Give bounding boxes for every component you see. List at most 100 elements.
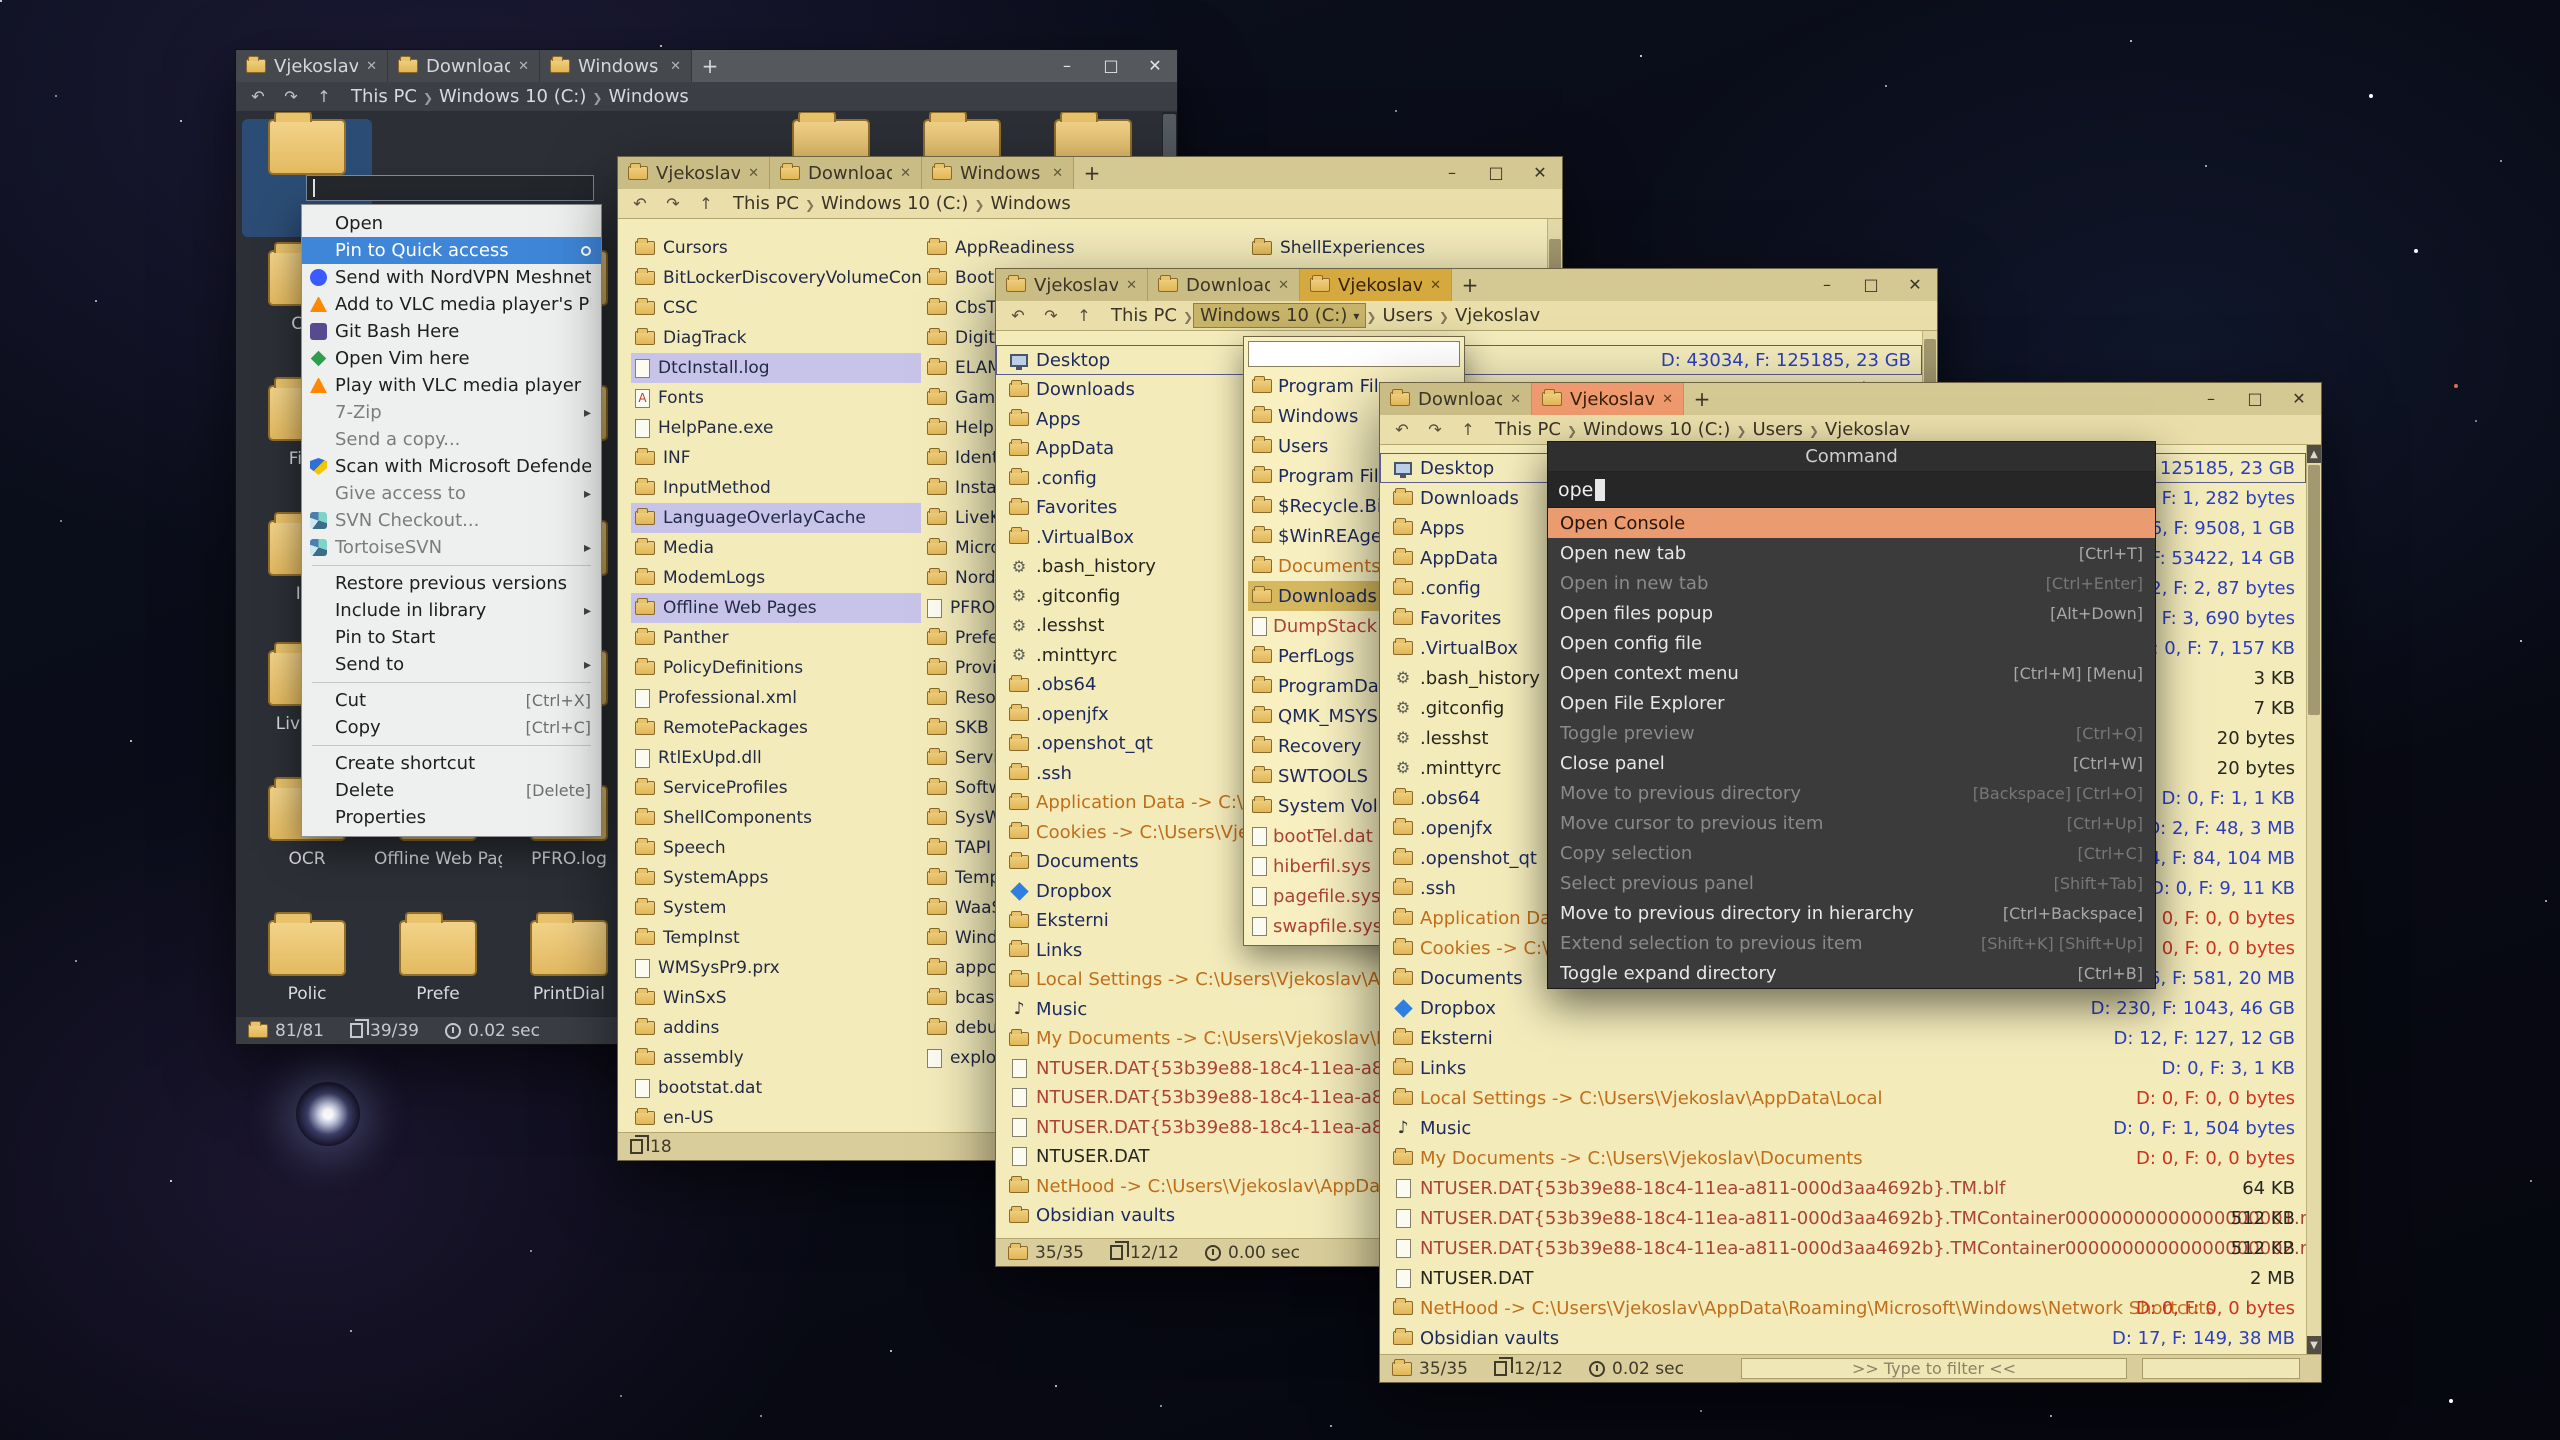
menu-item-pin-to-quick-access[interactable]: Pin to Quick access [302, 237, 601, 264]
file-item-professional-xml[interactable]: Professional.xml [631, 683, 921, 713]
back-button[interactable]: ↶ [1390, 420, 1414, 439]
file-item-shellcomponents[interactable]: ShellComponents [631, 803, 921, 833]
file-row-dropbox[interactable]: DropboxD: 230, F: 1043, 46 GB [1380, 993, 2306, 1023]
tab-close-icon[interactable]: ✕ [1126, 278, 1137, 293]
menu-item-copy[interactable]: Copy[Ctrl+C] [302, 714, 601, 741]
titlebar[interactable]: Vjekoslav✕Downloads✕Windows✕+ –□✕ [618, 157, 1562, 189]
file-item-shellexperiences[interactable]: ShellExperiences [1248, 233, 1538, 263]
file-item-addins[interactable]: addins [631, 1013, 921, 1043]
tab-close-icon[interactable]: ✕ [1662, 392, 1673, 407]
menu-item-add-to-vlc-media-player-s-playlist[interactable]: Add to VLC media player's Playlist [302, 291, 601, 318]
breadcrumb-windows-10-c[interactable]: Windows 10 (C:) [433, 85, 592, 108]
scrollbar-thumb[interactable] [2308, 465, 2320, 715]
grid-item-polic[interactable]: Polic [242, 920, 372, 1016]
titlebar[interactable]: Vjekoslav✕Downloads✕Vjekoslav✕+ –□✕ [996, 269, 1937, 301]
palette-item-open-file-explorer[interactable]: Open File Explorer [1548, 688, 2155, 718]
palette-item-move-to-previous-directory-in-hierarchy[interactable]: Move to previous directory in hierarchy[… [1548, 898, 2155, 928]
file-item-assembly[interactable]: assembly [631, 1043, 921, 1073]
menu-item-send-to[interactable]: Send to▸ [302, 651, 601, 678]
file-item-en-us[interactable]: en-US [631, 1103, 921, 1132]
tab-close-icon[interactable]: ✕ [518, 59, 529, 74]
palette-item-select-previous-panel[interactable]: Select previous panel[Shift+Tab] [1548, 868, 2155, 898]
back-button[interactable]: ↶ [628, 194, 652, 213]
file-item-serviceprofiles[interactable]: ServiceProfiles [631, 773, 921, 803]
file-item-fonts[interactable]: AFonts [631, 383, 921, 413]
file-item-csc[interactable]: CSC [631, 293, 921, 323]
palette-item-open-context-menu[interactable]: Open context menu[Ctrl+M] [Menu] [1548, 658, 2155, 688]
file-item-systemapps[interactable]: SystemApps [631, 863, 921, 893]
file-row-eksterni[interactable]: EksterniD: 12, F: 127, 12 GB [1380, 1023, 2306, 1053]
palette-item-open-console[interactable]: Open Console [1548, 508, 2155, 538]
breadcrumb-vjekoslav[interactable]: Vjekoslav [1819, 418, 1916, 441]
back-button[interactable]: ↶ [246, 87, 270, 106]
menu-item-play-with-vlc-media-player[interactable]: Play with VLC media player [302, 372, 601, 399]
file-row-obsidian-vaults[interactable]: Obsidian vaultsD: 17, F: 149, 38 MB [1380, 1323, 2306, 1353]
palette-item-open-files-popup[interactable]: Open files popup[Alt+Down] [1548, 598, 2155, 628]
tab-vjekoslav[interactable]: Vjekoslav✕ [996, 269, 1148, 301]
breadcrumb-this-pc[interactable]: This PC [1489, 418, 1567, 441]
file-item-policydefinitions[interactable]: PolicyDefinitions [631, 653, 921, 683]
menu-item-cut[interactable]: Cut[Ctrl+X] [302, 687, 601, 714]
menu-item-tortoisesvn[interactable]: TortoiseSVN▸ [302, 534, 601, 561]
menu-item-delete[interactable]: Delete[Delete] [302, 777, 601, 804]
breadcrumb-windows-10-c[interactable]: Windows 10 (C:) [1577, 418, 1736, 441]
minimize-button[interactable]: – [1805, 269, 1849, 301]
menu-item-git-bash-here[interactable]: Git Bash Here [302, 318, 601, 345]
titlebar[interactable]: Downloads✕Vjekoslav✕+ –□✕ [1380, 383, 2321, 415]
file-row-links[interactable]: LinksD: 0, F: 3, 1 KB [1380, 1053, 2306, 1083]
file-item-tempinst[interactable]: TempInst [631, 923, 921, 953]
file-item-dtcinstall-log[interactable]: DtcInstall.log [631, 353, 921, 383]
new-tab-button[interactable]: + [692, 50, 728, 82]
file-item-wmsyspr9-prx[interactable]: WMSysPr9.prx [631, 953, 921, 983]
file-item-winsxs[interactable]: WinSxS [631, 983, 921, 1013]
scrollbar[interactable]: ▲ ▼ [2306, 445, 2321, 1354]
tab-vjekoslav[interactable]: Vjekoslav✕ [1532, 383, 1684, 415]
file-item-appreadiness[interactable]: AppReadiness [923, 233, 1213, 263]
menu-item-7-zip[interactable]: 7-Zip▸ [302, 399, 601, 426]
tab-windows[interactable]: Windows✕ [540, 50, 692, 82]
menu-item-create-shortcut[interactable]: Create shortcut [302, 750, 601, 777]
scroll-down-icon[interactable]: ▼ [2307, 1336, 2321, 1354]
file-item-diagtrack[interactable]: DiagTrack [631, 323, 921, 353]
file-row-ntuser-dat[interactable]: NTUSER.DAT2 MB [1380, 1263, 2306, 1293]
file-item-languageoverlaycache[interactable]: LanguageOverlayCache [631, 503, 921, 533]
tab-close-icon[interactable]: ✕ [670, 59, 681, 74]
file-item-speech[interactable]: Speech [631, 833, 921, 863]
forward-button[interactable]: ↷ [1039, 306, 1063, 325]
file-item-cursors[interactable]: Cursors [631, 233, 921, 263]
breadcrumb-vjekoslav[interactable]: Vjekoslav [1449, 304, 1546, 327]
back-button[interactable]: ↶ [1006, 306, 1030, 325]
menu-item-pin-to-start[interactable]: Pin to Start [302, 624, 601, 651]
menu-item-send-with-nordvpn-meshnet[interactable]: Send with NordVPN Meshnet [302, 264, 601, 291]
file-item-media[interactable]: Media [631, 533, 921, 563]
file-item-helppane-exe[interactable]: HelpPane.exe [631, 413, 921, 443]
rename-input[interactable] [306, 175, 594, 201]
breadcrumb-this-pc[interactable]: This PC [727, 192, 805, 215]
file-item-offline-web-pages[interactable]: Offline Web Pages [631, 593, 921, 623]
menu-item-svn-checkout[interactable]: SVN Checkout... [302, 507, 601, 534]
palette-item-move-to-previous-directory[interactable]: Move to previous directory[Backspace] [C… [1548, 778, 2155, 808]
menu-item-restore-previous-versions[interactable]: Restore previous versions [302, 570, 601, 597]
file-item-modemlogs[interactable]: ModemLogs [631, 563, 921, 593]
up-button[interactable]: ↑ [1456, 420, 1480, 439]
palette-item-open-config-file[interactable]: Open config file [1548, 628, 2155, 658]
palette-item-toggle-preview[interactable]: Toggle preview[Ctrl+Q] [1548, 718, 2155, 748]
tab-close-icon[interactable]: ✕ [366, 59, 377, 74]
breadcrumb-windows[interactable]: Windows [602, 85, 694, 108]
titlebar[interactable]: Vjekoslav✕Downloads✕Windows✕+ –□✕ [236, 50, 1177, 82]
new-tab-button[interactable]: + [1074, 157, 1110, 189]
palette-item-close-panel[interactable]: Close panel[Ctrl+W] [1548, 748, 2155, 778]
breadcrumb-windows-10-c[interactable]: Windows 10 (C:) [815, 192, 974, 215]
status-end-box[interactable] [2142, 1358, 2300, 1379]
forward-button[interactable]: ↷ [279, 87, 303, 106]
breadcrumb-users[interactable]: Users [1746, 418, 1808, 441]
file-item-remotepackages[interactable]: RemotePackages [631, 713, 921, 743]
tab-close-icon[interactable]: ✕ [900, 166, 911, 181]
maximize-button[interactable]: □ [1474, 157, 1518, 189]
file-row-ntuser-dat-53b39e88-18c4-11ea-a811-000d3aa4692b-tm-blf[interactable]: NTUSER.DAT{53b39e88-18c4-11ea-a811-000d3… [1380, 1173, 2306, 1203]
file-row-ntuser-dat-53b39e88-18c4-11ea-a811-000d3aa4692b-tmcontainer00000000000000000002-regtrans-ms[interactable]: NTUSER.DAT{53b39e88-18c4-11ea-a811-000d3… [1380, 1233, 2306, 1263]
palette-item-move-cursor-to-previous-item[interactable]: Move cursor to previous item[Ctrl+Up] [1548, 808, 2155, 838]
grid-item-printdial[interactable]: PrintDial [504, 920, 634, 1016]
tab-close-icon[interactable]: ✕ [748, 166, 759, 181]
up-button[interactable]: ↑ [312, 87, 336, 106]
